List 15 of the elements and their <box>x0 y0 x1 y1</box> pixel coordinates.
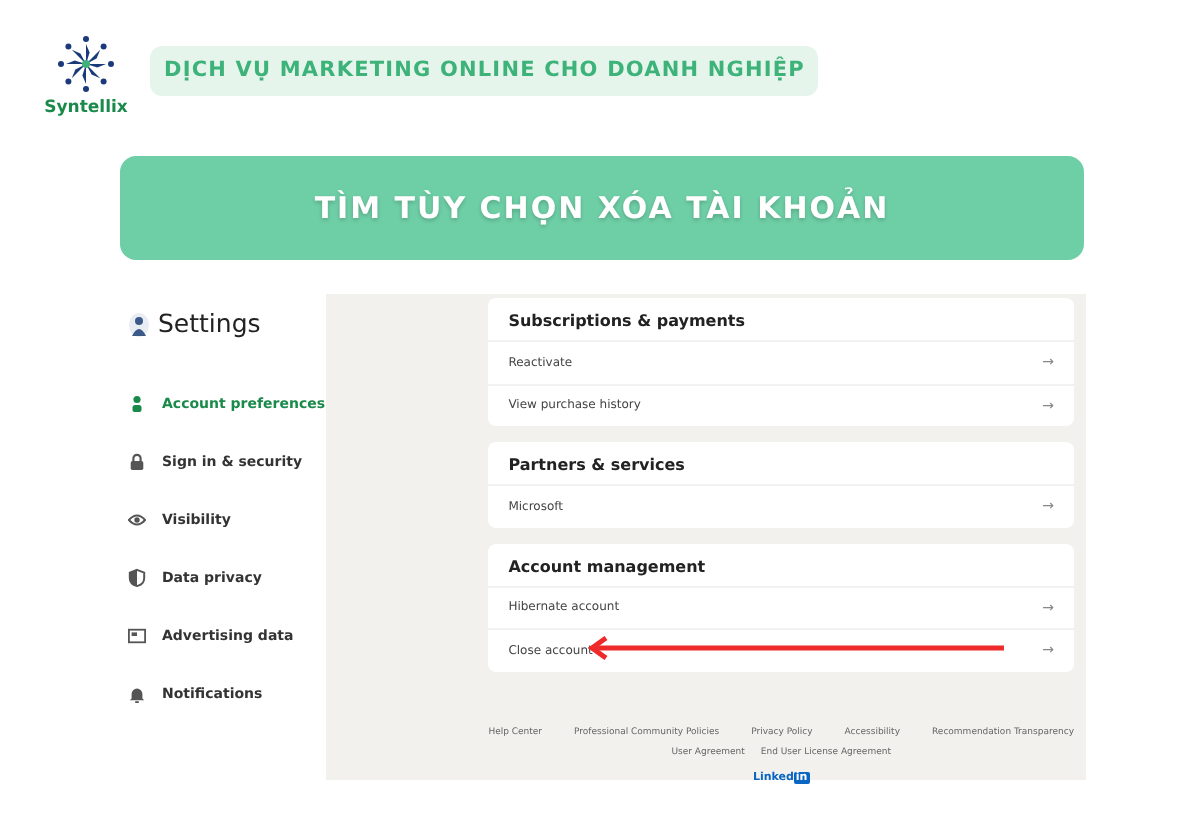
shield-icon <box>128 568 146 589</box>
brand-name: Syntellix <box>44 100 128 117</box>
section-title: Account management <box>506 555 708 580</box>
section-title: Subscriptions & payments <box>506 310 747 334</box>
avatar-icon <box>128 311 150 338</box>
person-icon <box>128 394 146 415</box>
title-banner: TÌM TÙY CHỌN XÓA TÀI KHOẢN <box>120 156 1084 260</box>
bell-icon <box>128 684 146 705</box>
tagline-label: DỊCH VỤ MARKETING ONLINE CHO DOANH NGHIỆP <box>150 46 819 96</box>
eye-icon <box>128 510 146 531</box>
logo-icon <box>58 36 114 92</box>
section-title: Partners & services <box>506 454 687 478</box>
settings-title: Settings <box>158 306 261 342</box>
lock-icon <box>128 452 146 473</box>
ad-icon <box>128 626 146 647</box>
